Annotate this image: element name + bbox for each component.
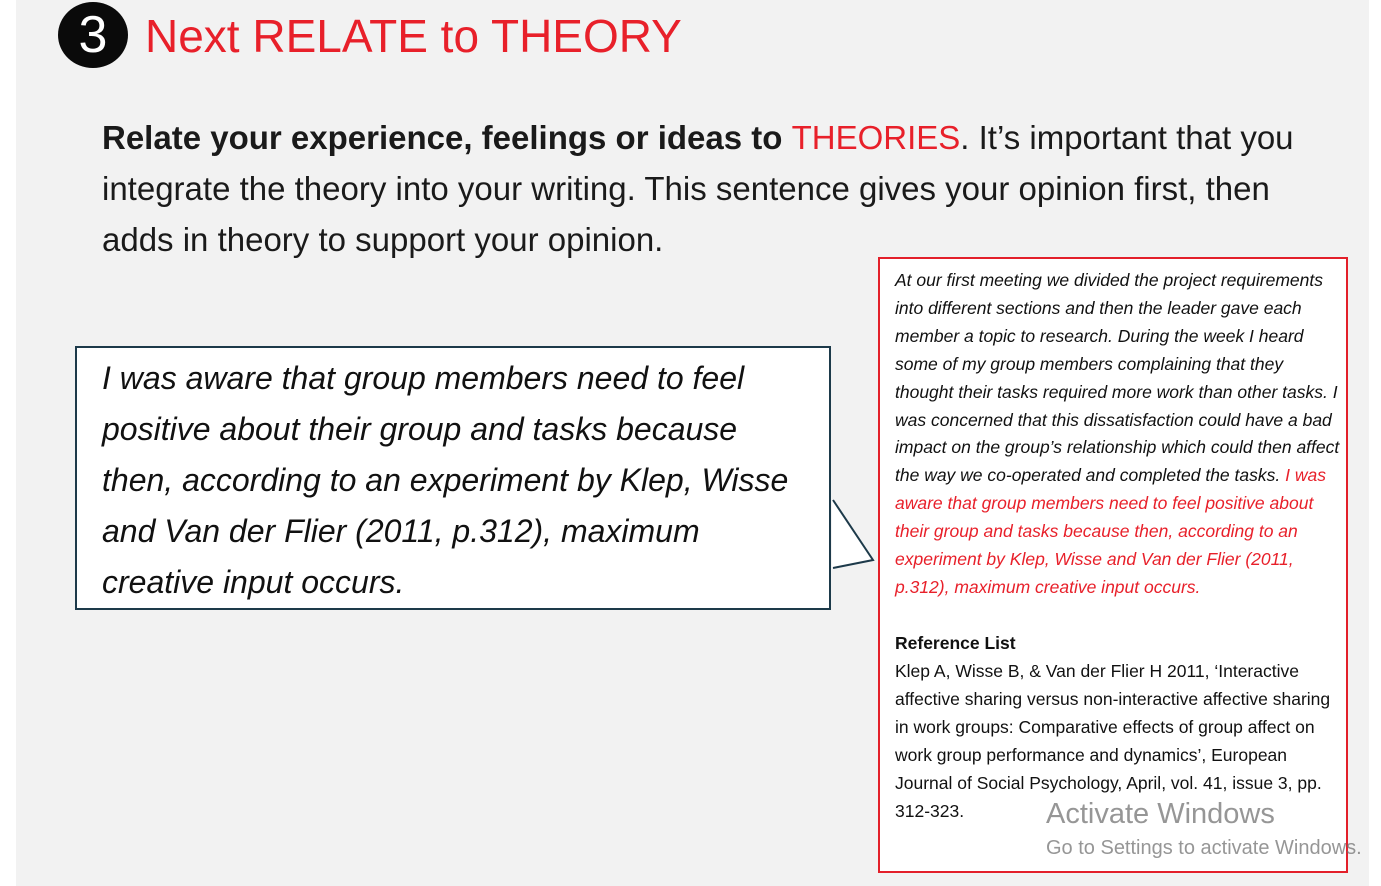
- page-title: Next RELATE to THEORY: [145, 10, 682, 62]
- intro-accent-word: THEORIES: [791, 119, 961, 156]
- watermark-subtitle: Go to Settings to activate Windows.: [1046, 837, 1362, 859]
- example-body: At our first meeting we divided the proj…: [895, 267, 1340, 602]
- step-number-badge: 3: [58, 2, 128, 68]
- reference-list-heading: Reference List: [895, 633, 1016, 653]
- callout-quote: I was aware that group members need to f…: [102, 360, 789, 600]
- intro-bold-lead: Relate your experience, feelings or idea…: [102, 119, 792, 156]
- activation-watermark: Activate Windows Go to Settings to activ…: [1046, 796, 1362, 862]
- example-body-text: At our first meeting we divided the proj…: [895, 270, 1340, 486]
- intro-paragraph: Relate your experience, feelings or idea…: [102, 112, 1342, 265]
- example-box: At our first meeting we divided the proj…: [878, 257, 1348, 873]
- step-number: 3: [78, 6, 108, 64]
- watermark-title: Activate Windows: [1046, 798, 1275, 830]
- callout-box: I was aware that group members need to f…: [75, 346, 831, 610]
